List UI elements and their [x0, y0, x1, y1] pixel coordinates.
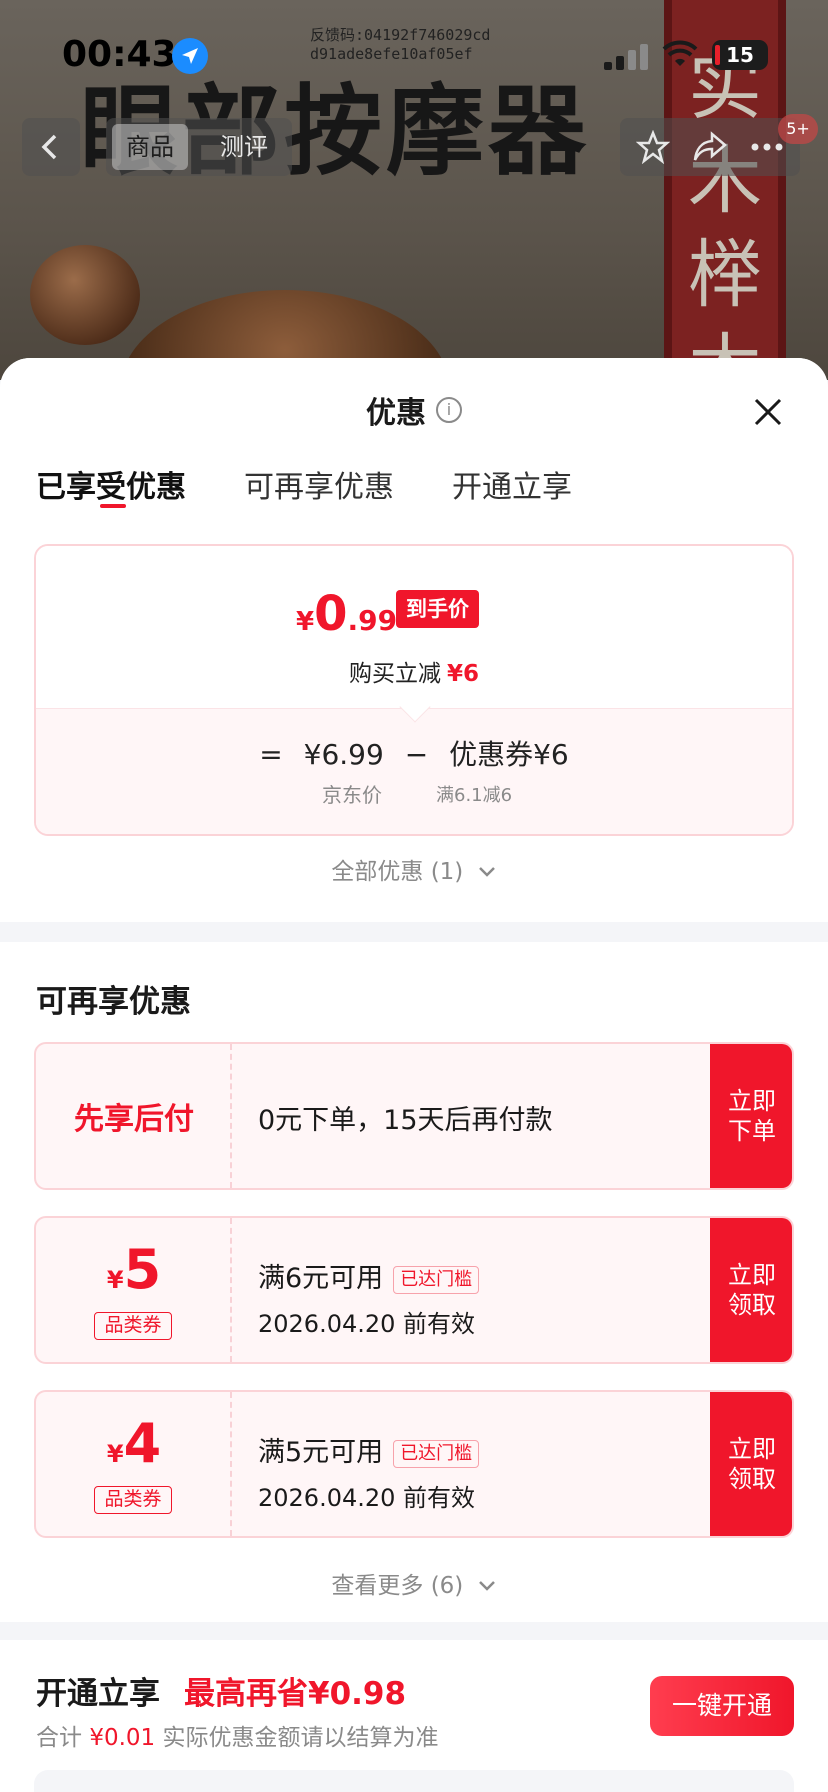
open-enjoy-title: 开通立享 [36, 1676, 160, 1712]
status-bar: 00:43 反馈码:04192f746029cd d91ade8efe10af0… [0, 0, 828, 100]
status-time: 00:43 [62, 34, 177, 75]
tab-review[interactable]: 测评 [206, 124, 282, 170]
coupon-card: ¥4 品类券 满5元可用 已达门槛 2026.04.20 前有效 立即领取 [34, 1390, 794, 1538]
total-note: 合计 ¥0.01 实际优惠金额请以结算为准 [36, 1725, 439, 1751]
pay-later-text: 0元下单，15天后再付款 [258, 1105, 553, 1136]
sheet-title: 优惠 i [0, 388, 828, 432]
star-icon[interactable] [636, 130, 670, 164]
coupon-condition: 满5元可用 已达门槛 [258, 1430, 480, 1469]
open-enjoy-section: 开通立享 最高再省¥0.98 合计 ¥0.01 实际优惠金额请以结算为准 一键开… [0, 1640, 828, 1792]
coupon-value: ¥5 [106, 1238, 162, 1301]
coupon-value: ¥4 [106, 1412, 162, 1475]
threshold-badge: 已达门槛 [393, 1265, 480, 1294]
price-formula: = ¥6.99 − 优惠券¥6 [259, 738, 569, 771]
all-discounts-toggle[interactable]: 全部优惠 (1) [0, 852, 828, 886]
final-price: ¥0.99 [296, 586, 398, 642]
close-icon[interactable] [748, 392, 788, 432]
more-discounts-section: 可再享优惠 先享后付 0元下单，15天后再付款 立即下单 ¥5 品类券 满6元可… [0, 942, 828, 1622]
more-icon[interactable] [750, 142, 784, 152]
coupon-validity: 2026.04.20 前有效 [258, 1484, 476, 1512]
see-more-toggle[interactable]: 查看更多 (6) [0, 1566, 828, 1600]
nav-actions [620, 118, 800, 176]
tab-more-discounts[interactable]: 可再享优惠 [244, 462, 394, 506]
location-icon [172, 38, 208, 74]
battery-indicator: 15 [712, 40, 768, 70]
tab-indicator [100, 504, 126, 508]
pay-later-title: 先享后付 [74, 1102, 194, 1137]
final-price-tag: 到手价 [396, 590, 479, 628]
total-amount: ¥0.01 [89, 1725, 156, 1751]
wifi-icon [662, 40, 698, 66]
order-now-button[interactable]: 立即下单 [710, 1044, 792, 1188]
sheet-title-text: 优惠 [366, 396, 426, 431]
more-discounts-heading: 可再享优惠 [36, 984, 191, 1020]
one-click-open-button[interactable]: 一键开通 [650, 1676, 794, 1736]
tab-enjoyed[interactable]: 已享受优惠 [36, 462, 186, 506]
signal-icon [604, 42, 648, 70]
product-knob-image [30, 245, 140, 345]
price-top: ¥0.99 到手价 购买立减 ¥6 [36, 546, 792, 708]
coupon-type-badge: 品类券 [94, 1486, 172, 1514]
claim-coupon-button[interactable]: 立即领取 [710, 1218, 792, 1362]
cart-badge: 5+ [778, 114, 818, 144]
max-save-text: 最高再省¥0.98 [184, 1676, 407, 1712]
chevron-down-icon [478, 867, 495, 877]
feedback-code: 反馈码:04192f746029cd d91ade8efe10af05ef [310, 26, 491, 63]
pay-later-offer: 先享后付 0元下单，15天后再付款 立即下单 [34, 1042, 794, 1190]
chevron-down-icon [478, 1581, 495, 1591]
tab-open-enjoy[interactable]: 开通立享 [452, 462, 572, 506]
jd-price-label: 京东价 [322, 783, 382, 807]
back-button[interactable] [22, 118, 80, 176]
coupon-type-badge: 品类券 [94, 1312, 172, 1340]
discount-sheet: 优惠 i 已享受优惠 可再享优惠 开通立享 ¥0.99 到手价 购买立减 ¥6 = … [0, 358, 828, 1792]
jd-price: ¥6.99 [303, 738, 384, 771]
info-icon[interactable]: i [436, 397, 462, 423]
price-breakdown: = ¥6.99 − 优惠券¥6 京东价 满6.1减6 [36, 708, 792, 834]
coupon-card: ¥5 品类券 满6元可用 已达门槛 2026.04.20 前有效 立即领取 [34, 1216, 794, 1364]
coupon-condition: 满6.1减6 [436, 785, 513, 806]
final-price-card: ¥0.99 到手价 购买立减 ¥6 = ¥6.99 − 优惠券¥6 京东价 满6.… [34, 544, 794, 836]
product-nav-tabs: 商品 测评 [106, 118, 292, 176]
tab-product[interactable]: 商品 [112, 124, 188, 170]
coupon-condition: 满6元可用 已达门槛 [258, 1256, 480, 1295]
next-card-edge [34, 1770, 794, 1792]
coupon-amount: 优惠券¥6 [449, 738, 569, 771]
share-icon[interactable] [692, 130, 728, 164]
claim-coupon-button[interactable]: 立即领取 [710, 1392, 792, 1536]
instant-reduce: 购买立减 ¥6 [348, 661, 479, 687]
threshold-badge: 已达门槛 [393, 1439, 480, 1468]
coupon-validity: 2026.04.20 前有效 [258, 1310, 476, 1338]
enjoyed-discount-section: 优惠 i 已享受优惠 可再享优惠 开通立享 ¥0.99 到手价 购买立减 ¥6 = … [0, 358, 828, 922]
chevron-left-icon [41, 134, 57, 160]
